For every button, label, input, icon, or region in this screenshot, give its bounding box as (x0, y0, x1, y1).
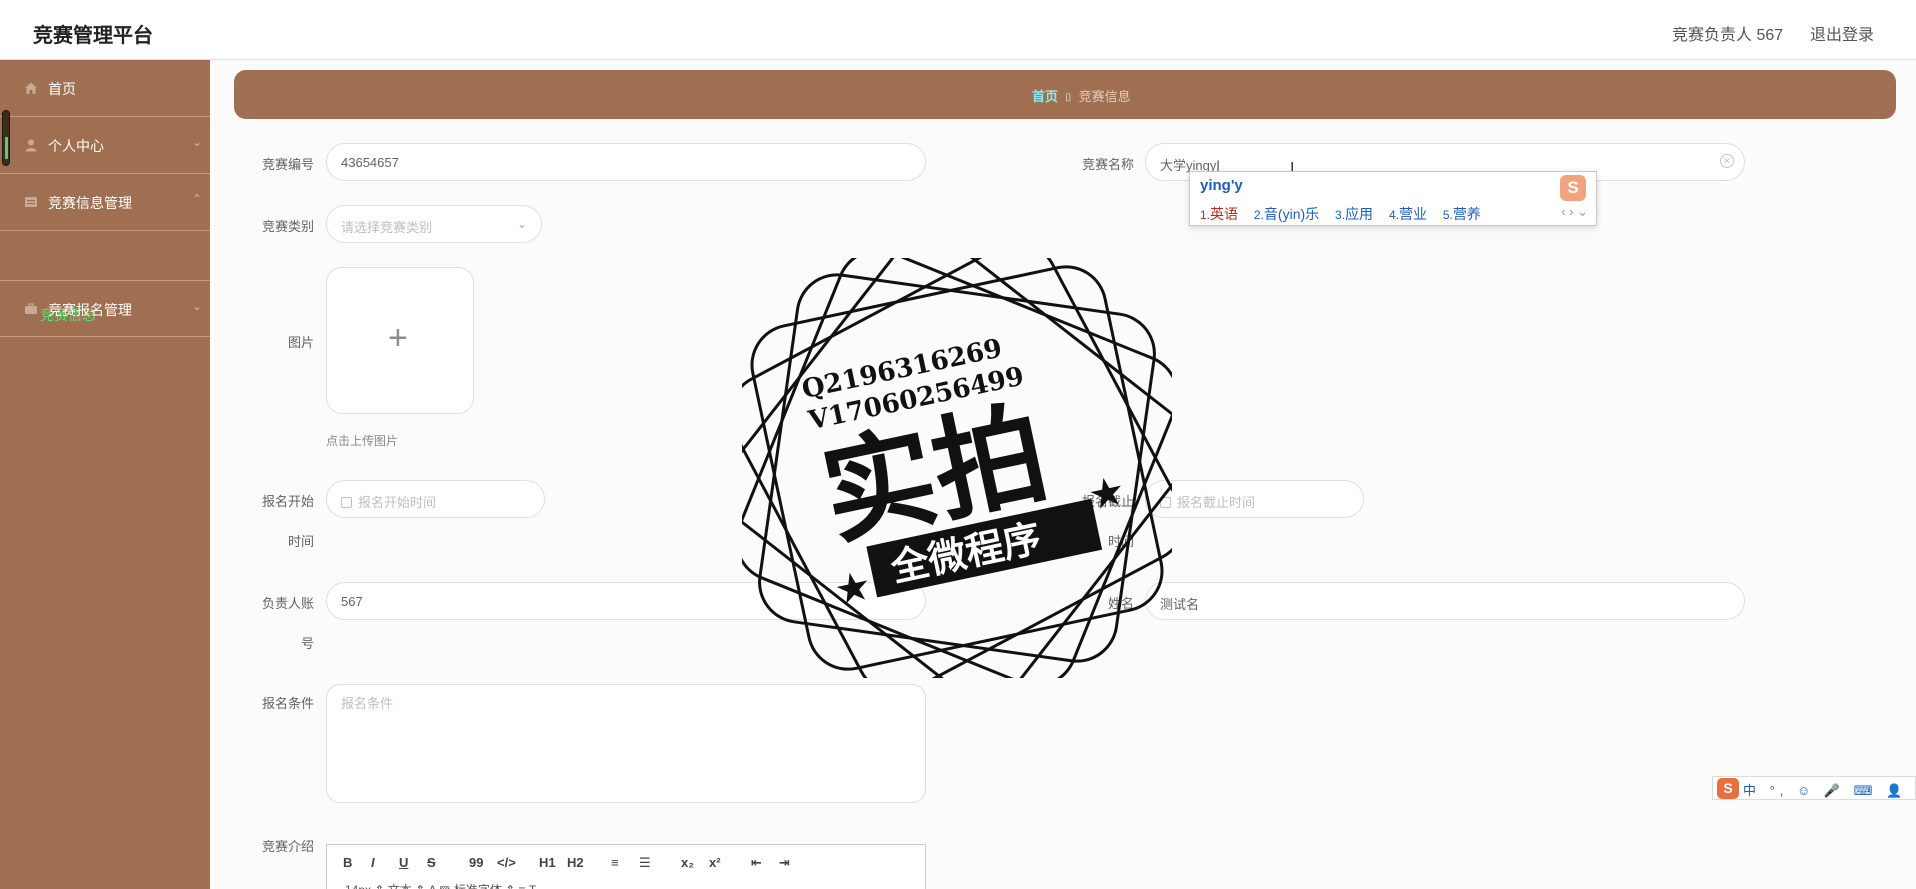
strikethrough-button[interactable]: S (427, 855, 436, 870)
ime-toolbar[interactable]: S 中 °, ☺ 🎤 ⌨ 👤 👕 ▦ (1712, 776, 1916, 800)
superscript-button[interactable]: x² (709, 855, 721, 870)
briefcase-icon (25, 303, 37, 314)
rich-text-editor[interactable]: B I U S 99 </> H1 H2 ≡ ☰ x₂ x² ⇤ ⇥ 14px … (326, 844, 926, 889)
subscript-button[interactable]: x₂ (681, 855, 694, 870)
sidebar-item-home[interactable]: 首页 (0, 60, 210, 117)
bullet-list-button[interactable]: ☰ (639, 855, 651, 871)
name-label: 竞赛名称 (1081, 157, 1134, 172)
ime-candidate[interactable]: 3.应用 (1335, 206, 1373, 222)
clear-icon[interactable]: ✕ (1720, 154, 1734, 168)
calendar-icon (1160, 497, 1171, 508)
sidebar-item-label: 个人中心 (48, 138, 104, 154)
editor-format-row[interactable]: 14px ⇕ 文本 ⇕ A ▨ 标准字体 ⇕ ≡ T (345, 881, 536, 889)
start-label: 报名开始 (261, 494, 314, 509)
start-date-placeholder: 报名开始时间 (358, 495, 437, 510)
breadcrumb-current: 竞赛信息 (1078, 89, 1131, 104)
end-label-2: 时间 (1107, 534, 1134, 549)
ime-composition: ying'y (1200, 177, 1243, 194)
h2-button[interactable]: H2 (567, 855, 584, 870)
upload-hint: 点击上传图片 (326, 434, 399, 448)
ime-candidate[interactable]: 4.营业 (1389, 206, 1427, 222)
code-input[interactable]: 43654657 (326, 143, 926, 181)
italic-button[interactable]: I (371, 855, 375, 870)
sidebar-item-competition-info[interactable]: 竞赛信息管理 ⌃ (0, 174, 210, 231)
bold-button[interactable]: B (343, 855, 352, 870)
code-button[interactable]: </> (497, 855, 516, 870)
chevron-down-icon: ⌄ (191, 135, 202, 149)
start-date-input[interactable]: 报名开始时间 (326, 480, 545, 518)
volume-indicator (2, 110, 10, 166)
ime-tools[interactable]: 中 °, ☺ 🎤 ⌨ 👤 👕 ▦ (1743, 780, 1916, 799)
image-upload-button[interactable]: + (326, 267, 474, 414)
person-name-input[interactable]: 测试名 (1145, 582, 1745, 620)
calendar-icon (341, 497, 352, 508)
category-placeholder: 请选择竞赛类别 (341, 220, 433, 235)
sidebar-item-label: 竞赛信息管理 (48, 195, 132, 211)
account-label: 负责人账 (261, 596, 314, 611)
sidebar-item-label: 首页 (48, 81, 76, 97)
breadcrumb: 首页 ⌷ 竞赛信息 (234, 70, 1896, 119)
outdent-button[interactable]: ⇤ (751, 855, 762, 871)
category-select[interactable]: 请选择竞赛类别 ⌄ (326, 205, 542, 243)
sidebar-item-label: 竞赛报名管理 (48, 302, 132, 318)
start-label-2: 时间 (287, 534, 314, 549)
person-name-label: 姓名 (1107, 596, 1134, 611)
underline-button[interactable]: U (399, 855, 408, 870)
ime-page-nav[interactable]: ‹ › ⌄ (1561, 204, 1588, 220)
chevron-down-icon: ⌄ (191, 299, 202, 313)
ime-candidate[interactable]: 2.音(yin)乐 (1254, 206, 1319, 222)
indent-button[interactable]: ⇥ (779, 855, 790, 871)
list-icon (25, 197, 37, 207)
top-bar: 竞赛管理平台 竞赛负责人 567 退出登录 (0, 0, 1916, 60)
breadcrumb-separator: ⌷ (1065, 92, 1072, 104)
breadcrumb-home[interactable]: 首页 (1032, 89, 1058, 104)
chevron-down-icon: ⌄ (516, 217, 527, 231)
end-date-input[interactable]: 报名截止时间 (1145, 480, 1364, 518)
condition-textarea[interactable]: 报名条件 (326, 684, 926, 803)
current-user-label: 竞赛负责人 567 (1672, 27, 1784, 44)
ordered-list-button[interactable]: ≡ (611, 855, 619, 870)
ime-candidate[interactable]: 5.营养 (1443, 206, 1481, 222)
plus-icon: + (388, 319, 408, 357)
quote-button[interactable]: 99 (469, 855, 483, 870)
home-icon (25, 82, 37, 94)
chevron-up-icon: ⌃ (191, 192, 202, 206)
end-label: 报名截止 (1081, 494, 1134, 509)
ime-candidate-popup: ying'y S 1.英语 2.音(yin)乐 3.应用 4.营业 5.营养 ‹… (1189, 171, 1597, 226)
condition-label: 报名条件 (261, 696, 314, 711)
sidebar-item-profile[interactable]: 个人中心 ⌄ (0, 117, 210, 174)
h1-button[interactable]: H1 (539, 855, 556, 870)
account-input[interactable]: 567 (326, 582, 926, 620)
sidebar: 首页 个人中心 ⌄ 竞赛信息管理 ⌃ 竞赛信息 竞赛报名管理 ⌄ (0, 60, 210, 889)
end-date-placeholder: 报名截止时间 (1177, 495, 1256, 510)
code-label: 竞赛编号 (261, 157, 314, 172)
logout-button[interactable]: 退出登录 (1810, 21, 1874, 45)
app-title: 竞赛管理平台 (33, 25, 153, 47)
ime-candidate[interactable]: 1.英语 (1200, 206, 1238, 222)
sogou-logo-icon: S (1560, 175, 1586, 201)
category-label: 竞赛类别 (261, 219, 314, 234)
account-label-2: 号 (300, 636, 314, 651)
image-label: 图片 (287, 335, 314, 350)
user-icon (25, 139, 37, 152)
sidebar-item-registration[interactable]: 竞赛报名管理 ⌄ (0, 280, 210, 337)
intro-label: 竞赛介绍 (261, 839, 314, 854)
sogou-logo-icon: S (1717, 778, 1739, 799)
